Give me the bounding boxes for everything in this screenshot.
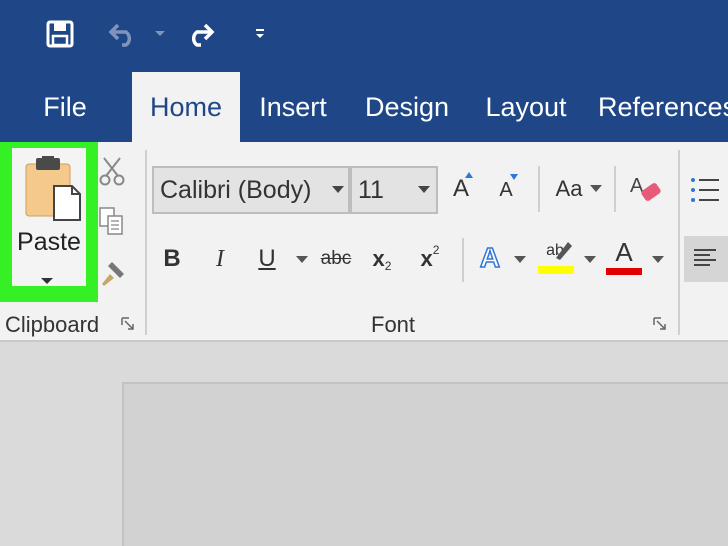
subscript-button[interactable]: x2 [366,240,398,278]
subscript-base: x [372,246,385,271]
ribbon-tabs: File Home Insert Design Layout Reference… [0,72,728,142]
text-effects-button[interactable]: A [474,238,506,278]
copy-icon[interactable] [98,206,128,238]
cut-icon[interactable] [98,156,126,186]
italic-label: I [216,245,224,272]
shrink-font-label: A [499,178,513,201]
tab-design[interactable]: Design [360,72,454,142]
chevron-down-icon[interactable] [652,256,664,263]
increase-icon [465,172,473,178]
divider [538,166,540,212]
decrease-icon [510,174,518,180]
subscript-mark: 2 [384,259,392,273]
chevron-down-icon[interactable] [150,14,170,54]
align-left-icon [694,249,716,266]
quick-access-toolbar [0,0,728,72]
tab-home[interactable]: Home [132,72,240,142]
strikethrough-button[interactable]: abc [318,240,354,278]
bold-button[interactable]: B [158,240,186,278]
underline-label: U [258,245,276,272]
group-divider [678,150,680,335]
clear-formatting-icon[interactable]: A [628,172,664,206]
bold-label: B [163,245,181,272]
chevron-down-icon[interactable] [590,185,602,192]
font-family-dropdown[interactable]: Calibri (Body) [152,166,350,214]
tab-layout[interactable]: Layout [480,72,572,142]
grow-font-label: A [452,175,469,202]
font-size-value: 11 [358,175,384,204]
text-effects-label: A [479,241,501,274]
change-case-button[interactable]: Aa [552,170,586,208]
customize-qat-icon[interactable] [250,14,270,54]
tab-file[interactable]: File [34,72,96,142]
change-case-label: Aa [555,176,583,201]
superscript-mark: 2 [432,243,440,257]
divider [614,166,616,212]
chevron-down-icon[interactable] [418,186,430,193]
font-family-value: Calibri (Body) [160,175,312,204]
chevron-down-icon[interactable] [584,256,596,263]
chevron-down-icon[interactable] [296,256,308,263]
save-icon[interactable] [40,14,80,54]
format-painter-icon[interactable] [98,258,128,288]
superscript-base: x [420,246,433,271]
group-divider [145,150,147,335]
superscript-button[interactable]: x2 [414,240,446,278]
paste-dropdown-icon[interactable] [41,278,53,284]
chevron-down-icon[interactable] [514,256,526,263]
paste-label: Paste [17,228,81,256]
chevron-down-icon[interactable] [332,186,344,193]
font-group-label: Font [371,312,416,337]
divider [462,238,464,282]
bullets-icon[interactable] [690,176,720,206]
undo-icon[interactable] [104,14,142,54]
highlight-color-bar [538,266,574,274]
document-page[interactable] [122,382,728,546]
tab-references[interactable]: References [598,72,728,142]
font-dialog-launcher-icon[interactable] [652,316,668,332]
font-color-bar [606,268,642,275]
tab-insert[interactable]: Insert [250,72,336,142]
clipboard-group-label: Clipboard [5,312,100,337]
clipboard-dialog-launcher-icon[interactable] [120,316,136,332]
font-color-label: A [615,236,633,267]
redo-icon[interactable] [180,14,220,54]
font-color-button[interactable]: A [608,236,640,268]
highlighter-pen-icon [556,242,572,260]
italic-button[interactable]: I [206,240,234,278]
strikethrough-label: abc [320,248,352,269]
clipboard-icon [25,156,81,221]
underline-button[interactable]: U [252,240,282,278]
